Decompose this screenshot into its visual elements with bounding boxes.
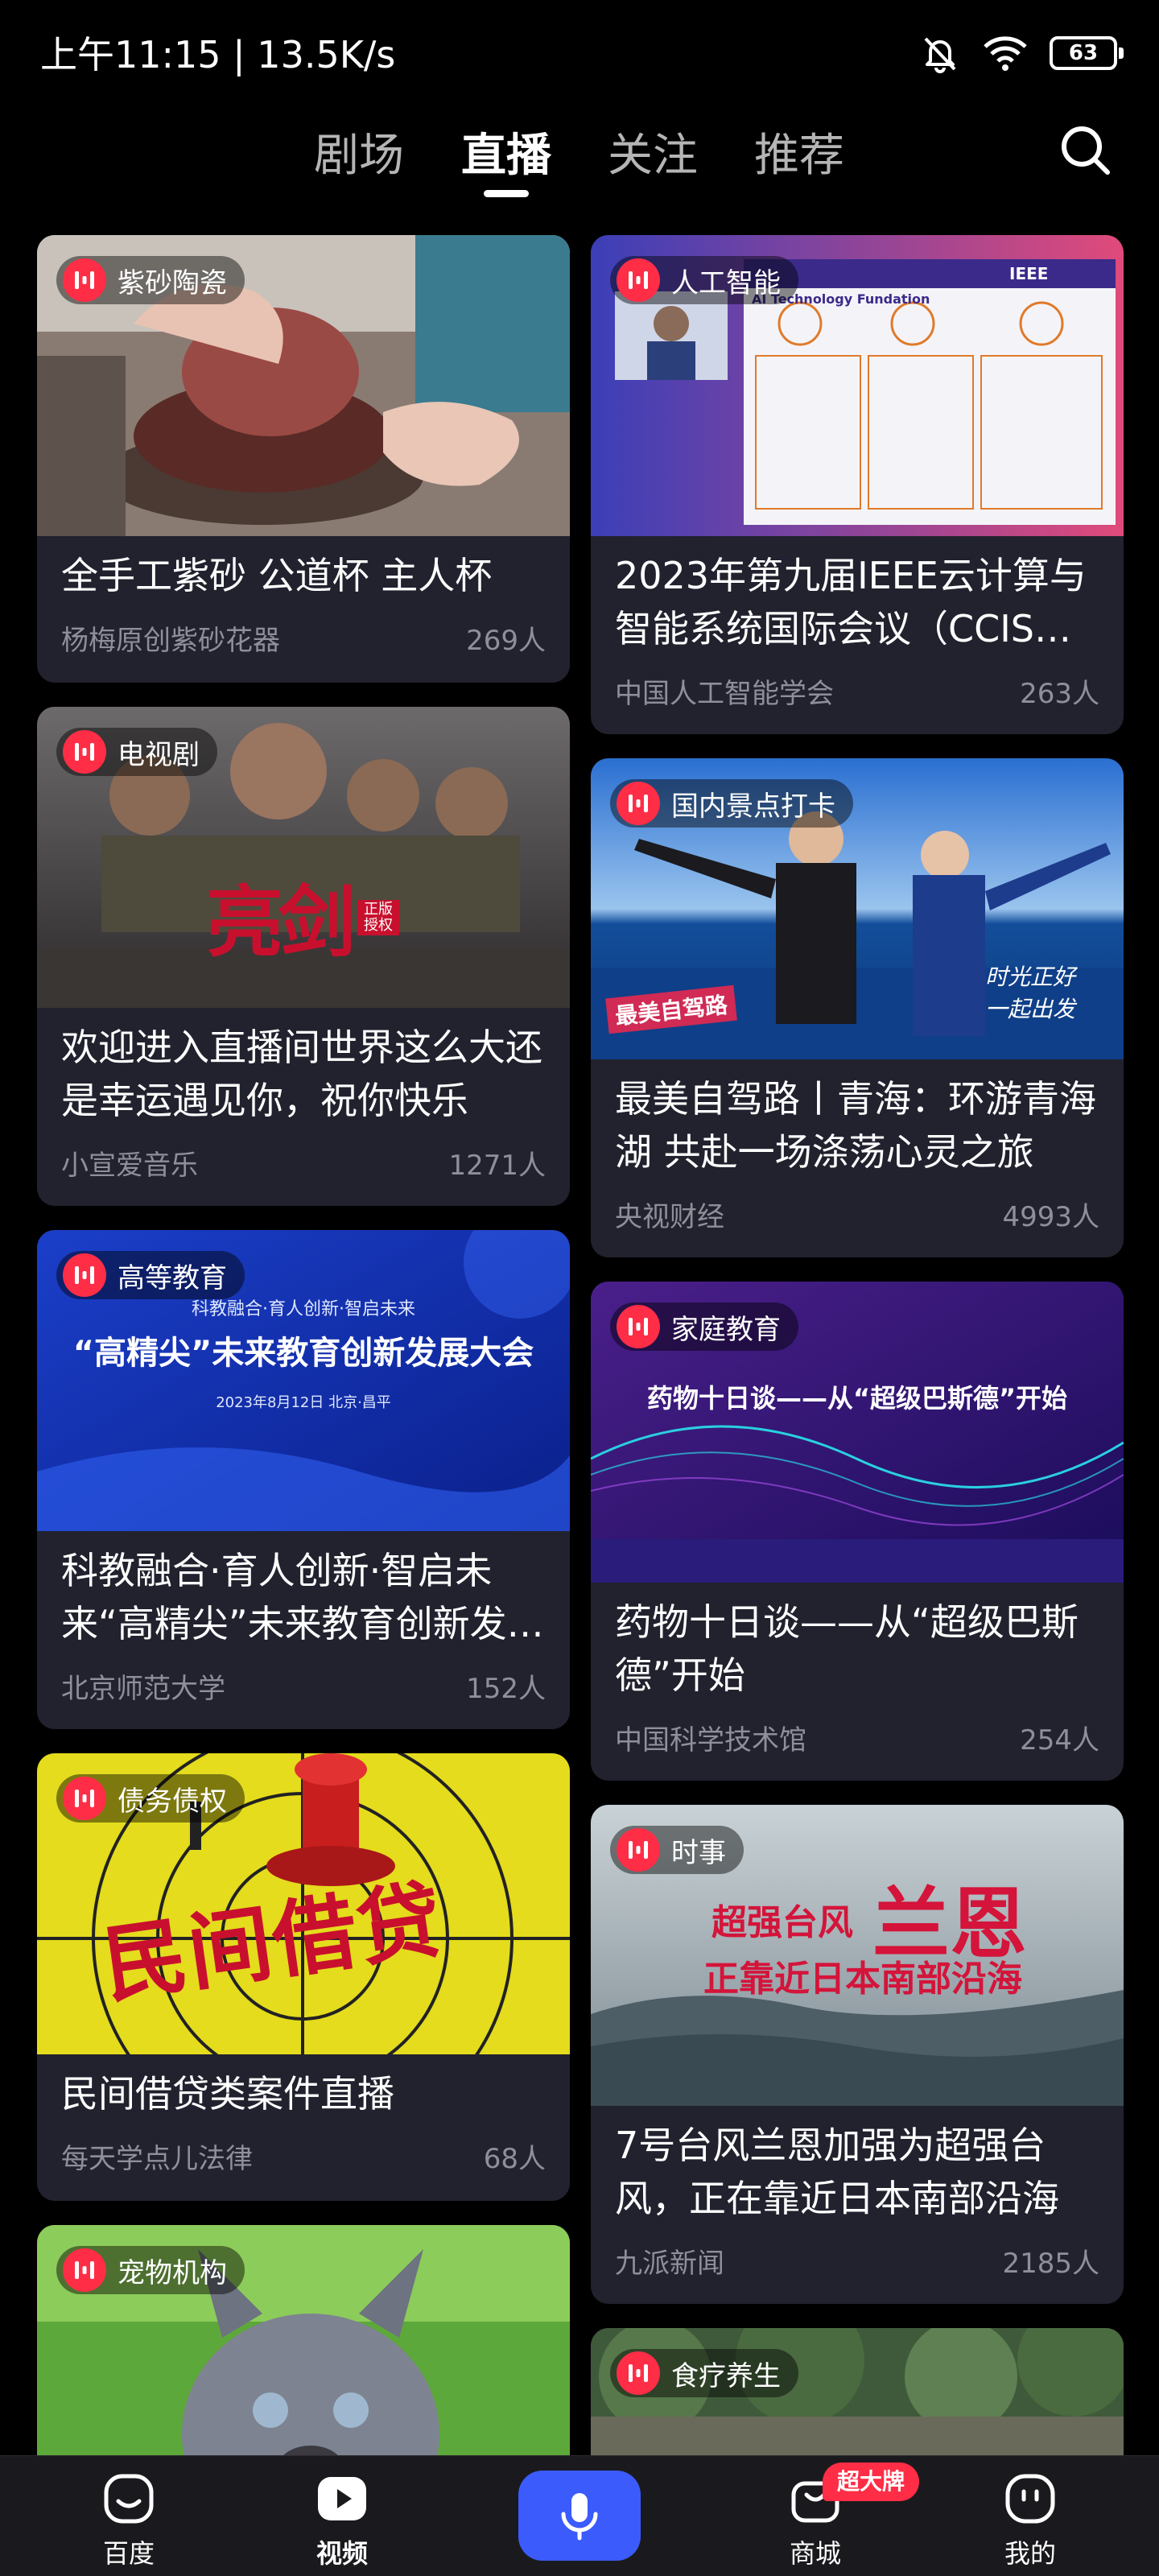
live-title: 药物十日谈——从“超级巴斯德”开始 <box>615 1600 1079 1697</box>
live-source: 小宣爱音乐 <box>61 1150 198 1182</box>
thumbnail-date: 2023年8月12日 北京·昌平 <box>216 1394 391 1411</box>
category-badge: 人工智能 <box>610 256 798 304</box>
live-source: 北京师范大学 <box>61 1673 225 1705</box>
promo-badge: 超大牌 <box>823 2462 920 2501</box>
thumbnail-headline: “高精尖”未来教育创新发展大会 <box>72 1335 534 1372</box>
category-badge: 宠物机构 <box>56 2246 245 2294</box>
category-label: 紫砂陶瓷 <box>118 266 227 299</box>
tab-live[interactable]: 直播 <box>461 119 551 184</box>
wifi-icon <box>984 36 1027 71</box>
category-badge: 时事 <box>610 1826 744 1874</box>
live-source: 中国人工智能学会 <box>615 678 834 710</box>
viewer-count: 68人 <box>483 2143 546 2175</box>
live-card[interactable]: 最美自驾路 时光正好 一起出发 国内景点打卡 最美自驾路丨青海：环游青海湖 共赴… <box>591 758 1124 1257</box>
viewer-count: 2185人 <box>1002 2248 1099 2280</box>
live-icon <box>617 782 660 825</box>
category-label: 宠物机构 <box>118 2256 227 2289</box>
viewer-count: 254人 <box>1020 1724 1099 1757</box>
category-label: 人工智能 <box>671 266 781 299</box>
live-source: 每天学点儿法律 <box>61 2143 253 2175</box>
category-label: 国内景点打卡 <box>671 790 835 823</box>
live-title: 7号台风兰恩加强为超强台风，正在靠近日本南部沿海 <box>615 2124 1059 2220</box>
live-card[interactable]: 科教融合·育人创新·智启未来 “高精尖”未来教育创新发展大会 2023年8月12… <box>37 1230 570 1729</box>
thumbnail-logo: IEEE <box>1009 264 1049 283</box>
category-badge: 高等教育 <box>56 1251 245 1299</box>
live-icon <box>63 730 106 774</box>
category-label: 债务债权 <box>118 1785 227 1818</box>
live-card[interactable]: 药物十日谈——从“超级巴斯德”开始 家庭教育 药物十日谈——从“超级巴斯德”开始… <box>591 1282 1124 1781</box>
active-tab-indicator <box>484 190 529 197</box>
profile-face-icon <box>1005 2474 1055 2524</box>
battery-icon: 63 <box>1050 36 1124 70</box>
live-icon <box>617 2351 660 2395</box>
nav-label: 我的 <box>1004 2538 1056 2569</box>
thumbnail-stamp: 正版授权 <box>357 900 399 935</box>
category-badge: 食疗养生 <box>610 2349 798 2397</box>
nav-label: 商城 <box>789 2538 841 2569</box>
live-icon <box>63 258 106 302</box>
live-source: 九派新闻 <box>615 2248 724 2280</box>
thumbnail-text-line2: 正靠近日本南部沿海 <box>703 1959 1022 2000</box>
nav-label: 视频 <box>316 2538 368 2569</box>
live-card[interactable]: 民间借贷 债务债权 民间借贷类案件直播 每天学点儿法律 68人 <box>37 1753 570 2201</box>
nav-item-baidu[interactable]: 百度 <box>72 2472 185 2570</box>
nav-item-mine[interactable]: 我的 <box>974 2472 1087 2570</box>
baidu-smile-icon <box>104 2474 154 2524</box>
bell-muted-icon <box>924 37 956 73</box>
thumbnail-headline: 药物十日谈——从“超级巴斯德”开始 <box>646 1383 1068 1414</box>
battery-level: 63 <box>1068 41 1099 65</box>
video-play-icon <box>318 2477 366 2520</box>
tab-theater[interactable]: 剧场 <box>314 119 404 184</box>
live-icon <box>63 1253 106 1297</box>
live-card[interactable]: 超强台风 兰恩 正靠近日本南部沿海 时事 7号台风兰恩加强为超强台风，正在靠近日… <box>591 1805 1124 2304</box>
tab-recommend[interactable]: 推荐 <box>754 119 844 184</box>
status-bar: 上午11:15 | 13.5K/s 63 <box>0 0 1159 105</box>
category-label: 家庭教育 <box>671 1313 781 1346</box>
category-label: 时事 <box>671 1836 726 1869</box>
live-icon <box>63 2248 106 2292</box>
live-icon <box>617 1305 660 1348</box>
live-source: 央视财经 <box>615 1201 724 1233</box>
nav-label: 百度 <box>102 2538 155 2569</box>
status-icons: 63 <box>919 31 1124 76</box>
live-title: 民间借贷类案件直播 <box>61 2072 394 2116</box>
viewer-count: 4993人 <box>1002 1201 1099 1233</box>
search-icon[interactable] <box>1058 122 1112 177</box>
viewer-count: 152人 <box>466 1673 546 1705</box>
category-badge: 紫砂陶瓷 <box>56 256 245 304</box>
nav-item-video[interactable]: 视频 <box>286 2472 398 2570</box>
top-tab-bar: 剧场 直播 关注 推荐 <box>0 119 1159 208</box>
viewer-count: 263人 <box>1020 678 1099 710</box>
viewer-count: 269人 <box>466 625 546 657</box>
category-badge: 国内景点打卡 <box>610 779 853 828</box>
live-icon <box>63 1777 106 1820</box>
category-label: 电视剧 <box>118 738 200 771</box>
category-badge: 电视剧 <box>56 728 217 776</box>
thumbnail-text: 时光正好 一起出发 <box>985 964 1076 1022</box>
category-badge: 债务债权 <box>56 1774 245 1823</box>
category-label: 食疗养生 <box>671 2359 781 2392</box>
status-time-speed: 上午11:15 | 13.5K/s <box>40 33 396 76</box>
thumbnail-text-line1: 超强台风 <box>711 1902 853 1943</box>
live-icon <box>617 1828 660 1872</box>
voice-search-button[interactable] <box>518 2471 641 2561</box>
live-title: 最美自驾路丨青海：环游青海湖 共赴一场涤荡心灵之旅 <box>615 1077 1096 1174</box>
viewer-count: 1271人 <box>448 1150 546 1182</box>
category-label: 高等教育 <box>118 1261 227 1294</box>
live-card[interactable]: 紫砂陶瓷 全手工紫砂 公道杯 主人杯 杨梅原创紫砂花器 269人 <box>37 235 570 683</box>
live-title: 全手工紫砂 公道杯 主人杯 <box>61 554 493 597</box>
microphone-icon <box>561 2493 598 2541</box>
live-title: 欢迎进入直播间世界这么大还是幸运遇见你，祝你快乐 <box>61 1026 542 1122</box>
live-source: 杨梅原创紫砂花器 <box>61 625 280 657</box>
category-badge: 家庭教育 <box>610 1302 798 1351</box>
live-title: 科教融合·育人创新·智启未来“高精尖”未来教育创新发展大会 <box>61 1549 544 1645</box>
bottom-nav: 百度 视频 商城 超大牌 我的 <box>0 2455 1159 2576</box>
live-card[interactable]: 亮剑 正版授权 电视剧 欢迎进入直播间世界这么大还是幸运遇见你，祝你快乐 小宣爱… <box>37 707 570 1206</box>
thumbnail-text: 亮剑 <box>206 877 356 968</box>
live-title: 2023年第九届IEEE云计算与智能系统国际会议（CCIS 2023） <box>615 554 1087 650</box>
tab-follow[interactable]: 关注 <box>608 119 698 184</box>
live-icon <box>617 258 660 302</box>
live-card[interactable]: AI Technology Fundation IEEE 人工智能 2023年第… <box>591 235 1124 734</box>
live-source: 中国科学技术馆 <box>615 1724 806 1757</box>
